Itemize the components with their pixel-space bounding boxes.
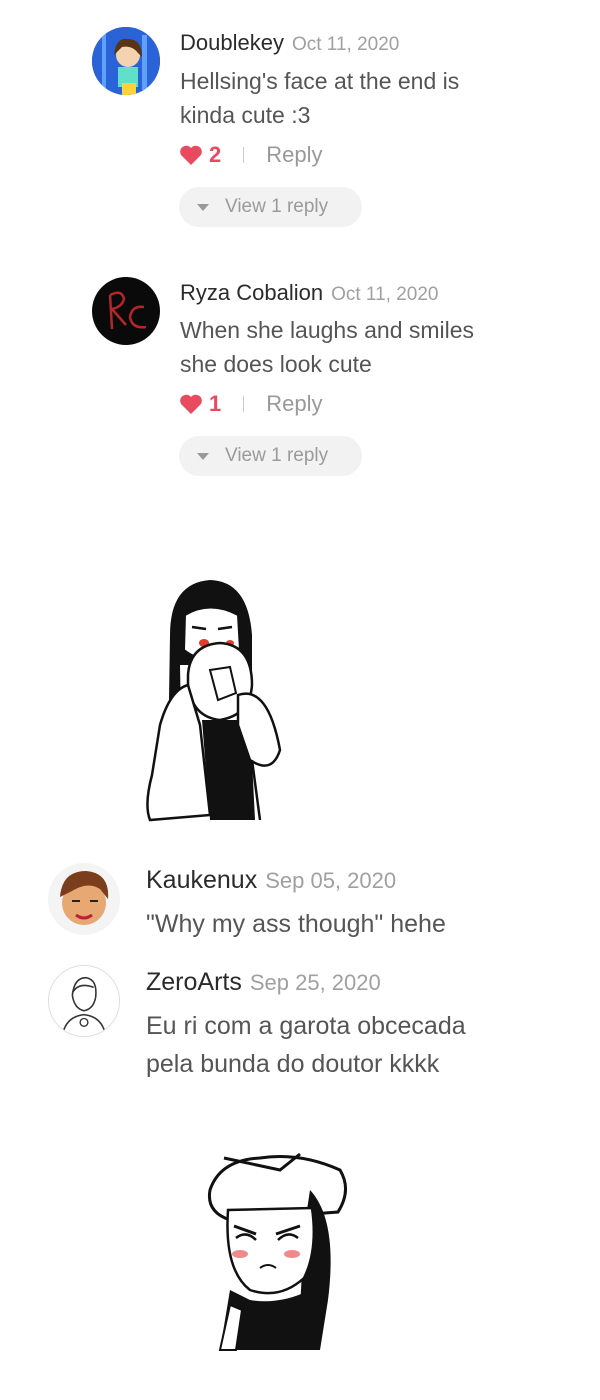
comment-date: Sep 25, 2020	[249, 970, 381, 995]
username-text[interactable]: Ryza Cobalion	[180, 280, 323, 305]
comment-text-line: "Why my ass though" hehe	[146, 910, 446, 938]
comment-text-line: Eu ri com a garota obcecada	[146, 1012, 466, 1040]
heart-icon[interactable]	[179, 144, 203, 166]
comment-date: Oct 11, 2020	[291, 34, 400, 55]
view-replies-button[interactable]: View 1 reply	[179, 436, 362, 476]
comment-date: Sep 05, 2020	[265, 868, 397, 893]
reply-button[interactable]: Reply	[266, 391, 322, 417]
reply-button[interactable]: Reply	[266, 142, 322, 168]
character-drawing-blushing	[207, 1152, 347, 1351]
like-count: 1	[209, 391, 222, 416]
view-replies-label: View 1 reply	[225, 196, 329, 217]
comment-text: Hellsing's face at the end is kinda cute…	[180, 64, 459, 132]
username-text[interactable]: ZeroArts	[146, 968, 242, 996]
comment-actions: 2 Reply	[179, 142, 323, 168]
comment-username[interactable]: ZeroArts Sep 25, 2020	[146, 968, 381, 997]
comment-text: When she laughs and smiles she does look…	[180, 313, 474, 381]
chevron-down-icon	[197, 203, 209, 211]
username-text[interactable]: Kaukenux	[146, 866, 257, 894]
comment-username[interactable]: Ryza Cobalion Oct 11, 2020	[180, 280, 438, 306]
comment-text: Eu ri com a garota obcecada pela bunda d…	[146, 1007, 466, 1083]
character-drawing-covering-mouth	[146, 580, 282, 822]
comment-text-line: When she laughs and smiles	[180, 317, 475, 343]
heart-icon[interactable]	[179, 393, 203, 415]
comment-text-line: kinda cute :3	[180, 102, 311, 128]
avatar-ryza-cobalion[interactable]	[92, 277, 160, 345]
chevron-down-icon	[197, 452, 209, 460]
comment-actions: 1 Reply	[179, 391, 323, 417]
comment-date: Oct 11, 2020	[331, 284, 439, 305]
divider	[243, 147, 245, 163]
comment-text-line: she does look cute	[180, 351, 372, 377]
comment-username[interactable]: Doublekey Oct 11, 2020	[180, 30, 399, 56]
divider	[243, 396, 245, 412]
comment-text: "Why my ass though" hehe	[146, 905, 446, 943]
comment-text-line: pela bunda do doutor kkkk	[146, 1050, 440, 1078]
view-replies-button[interactable]: View 1 reply	[179, 187, 362, 227]
avatar-kaukenux[interactable]	[48, 863, 120, 935]
comment-username[interactable]: Kaukenux Sep 05, 2020	[146, 866, 396, 895]
view-replies-label: View 1 reply	[225, 445, 329, 466]
avatar-doublekey[interactable]	[92, 27, 160, 95]
username-text[interactable]: Doublekey	[180, 30, 284, 55]
avatar-zeroarts[interactable]	[48, 965, 120, 1037]
comment-text-line: Hellsing's face at the end is	[180, 68, 460, 94]
like-count: 2	[209, 142, 222, 167]
